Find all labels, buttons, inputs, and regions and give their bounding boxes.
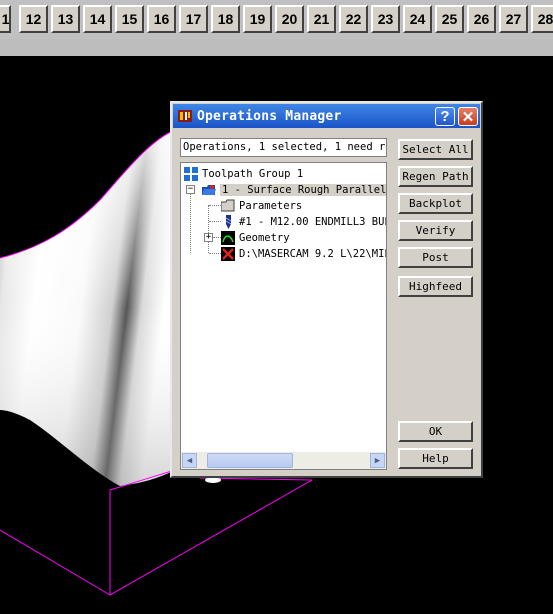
tree-connector bbox=[209, 205, 221, 206]
wireframe-base bbox=[0, 469, 313, 596]
tree-connector bbox=[208, 205, 209, 253]
toolbar-button-17[interactable]: 17 bbox=[179, 5, 208, 33]
expand-icon[interactable]: + bbox=[204, 233, 213, 242]
numbered-toolbar: 1 12 13 14 15 16 17 18 19 20 21 22 23 24… bbox=[0, 0, 553, 39]
toolbar-button-16[interactable]: 16 bbox=[147, 5, 176, 33]
highfeed-button[interactable]: Highfeed bbox=[398, 276, 473, 297]
tree-connector bbox=[209, 253, 221, 254]
scroll-thumb[interactable] bbox=[207, 453, 293, 468]
toolbar-button-12[interactable]: 12 bbox=[19, 5, 48, 33]
toolbar-button-15[interactable]: 15 bbox=[115, 5, 144, 33]
toolbar-button-14[interactable]: 14 bbox=[83, 5, 112, 33]
toolbar-button-13[interactable]: 13 bbox=[51, 5, 80, 33]
scroll-left-icon[interactable]: ◀ bbox=[182, 453, 197, 468]
tree-item-operation[interactable]: 1 - Surface Rough Parallel bbox=[202, 182, 387, 198]
toolbar-button-19[interactable]: 19 bbox=[243, 5, 272, 33]
nc-file-icon bbox=[221, 247, 235, 261]
toolbar-button-22[interactable]: 22 bbox=[339, 5, 368, 33]
geometry-icon bbox=[221, 231, 235, 245]
folder-icon bbox=[221, 199, 235, 212]
close-icon[interactable]: ✕ bbox=[458, 107, 478, 126]
geometry-label: Geometry bbox=[239, 232, 290, 244]
dialog-title: Operations Manager bbox=[197, 108, 342, 124]
backplot-button[interactable]: Backplot bbox=[398, 193, 473, 214]
toolbar-button-25[interactable]: 25 bbox=[435, 5, 464, 33]
scroll-right-icon[interactable]: ▶ bbox=[370, 453, 385, 468]
toolbar-button-27[interactable]: 27 bbox=[499, 5, 528, 33]
help-icon[interactable]: ? bbox=[435, 107, 455, 126]
operations-status: Operations, 1 selected, 1 need reg bbox=[180, 138, 387, 157]
group-label: Toolpath Group 1 bbox=[202, 168, 304, 180]
verify-button[interactable]: Verify bbox=[398, 220, 473, 241]
toolpath-group-icon bbox=[184, 167, 198, 181]
operation-label: 1 - Surface Rough Parallel bbox=[220, 184, 387, 196]
tree-item-group[interactable]: Toolpath Group 1 bbox=[184, 166, 303, 182]
tree-item-tool[interactable]: #1 - M12.00 ENDMILL3 BUL bbox=[221, 214, 387, 230]
ok-button[interactable]: OK bbox=[398, 421, 473, 442]
endmill-tool-icon bbox=[225, 215, 232, 229]
collapse-icon[interactable]: − bbox=[186, 185, 195, 194]
toolbar-button-28[interactable]: 28 bbox=[531, 5, 553, 33]
toolbar-button-18[interactable]: 18 bbox=[211, 5, 240, 33]
toolbar-separator bbox=[0, 39, 553, 56]
toolbar-button-21[interactable]: 21 bbox=[307, 5, 336, 33]
tree-item-parameters[interactable]: Parameters bbox=[221, 198, 302, 214]
parameters-label: Parameters bbox=[239, 200, 303, 212]
tree-connector bbox=[209, 221, 221, 222]
tree-connector bbox=[213, 237, 221, 238]
tree-item-nc-file[interactable]: D:\MASERCAM 9.2 L\22\MIL bbox=[221, 246, 387, 262]
operations-manager-icon bbox=[178, 110, 192, 122]
toolbar-button-24[interactable]: 24 bbox=[403, 5, 432, 33]
toolbar-button-1[interactable]: 1 bbox=[0, 5, 11, 33]
horizontal-scrollbar[interactable]: ◀ ▶ bbox=[181, 452, 386, 469]
select-all-button[interactable]: Select All bbox=[398, 139, 473, 160]
toolbar-button-26[interactable]: 26 bbox=[467, 5, 496, 33]
title-bar[interactable]: Operations Manager ? ✕ bbox=[173, 104, 480, 128]
operations-tree[interactable]: Toolpath Group 1 − 1 - Surface Rough Par… bbox=[180, 162, 387, 470]
tree-connector bbox=[190, 189, 191, 253]
tree-item-geometry[interactable]: Geometry bbox=[221, 230, 290, 246]
toolbar-button-23[interactable]: 23 bbox=[371, 5, 400, 33]
operations-manager-dialog: Operations Manager ? ✕ Operations, 1 sel… bbox=[170, 101, 483, 478]
toolbar-button-20[interactable]: 20 bbox=[275, 5, 304, 33]
surface-model bbox=[0, 129, 176, 486]
post-button[interactable]: Post bbox=[398, 247, 473, 268]
regen-path-button[interactable]: Regen Path bbox=[398, 166, 473, 187]
tool-label: #1 - M12.00 ENDMILL3 BUL bbox=[239, 216, 387, 228]
help-button[interactable]: Help bbox=[398, 448, 473, 469]
nc-file-label: D:\MASERCAM 9.2 L\22\MIL bbox=[239, 248, 387, 260]
operation-folder-icon bbox=[202, 185, 216, 195]
